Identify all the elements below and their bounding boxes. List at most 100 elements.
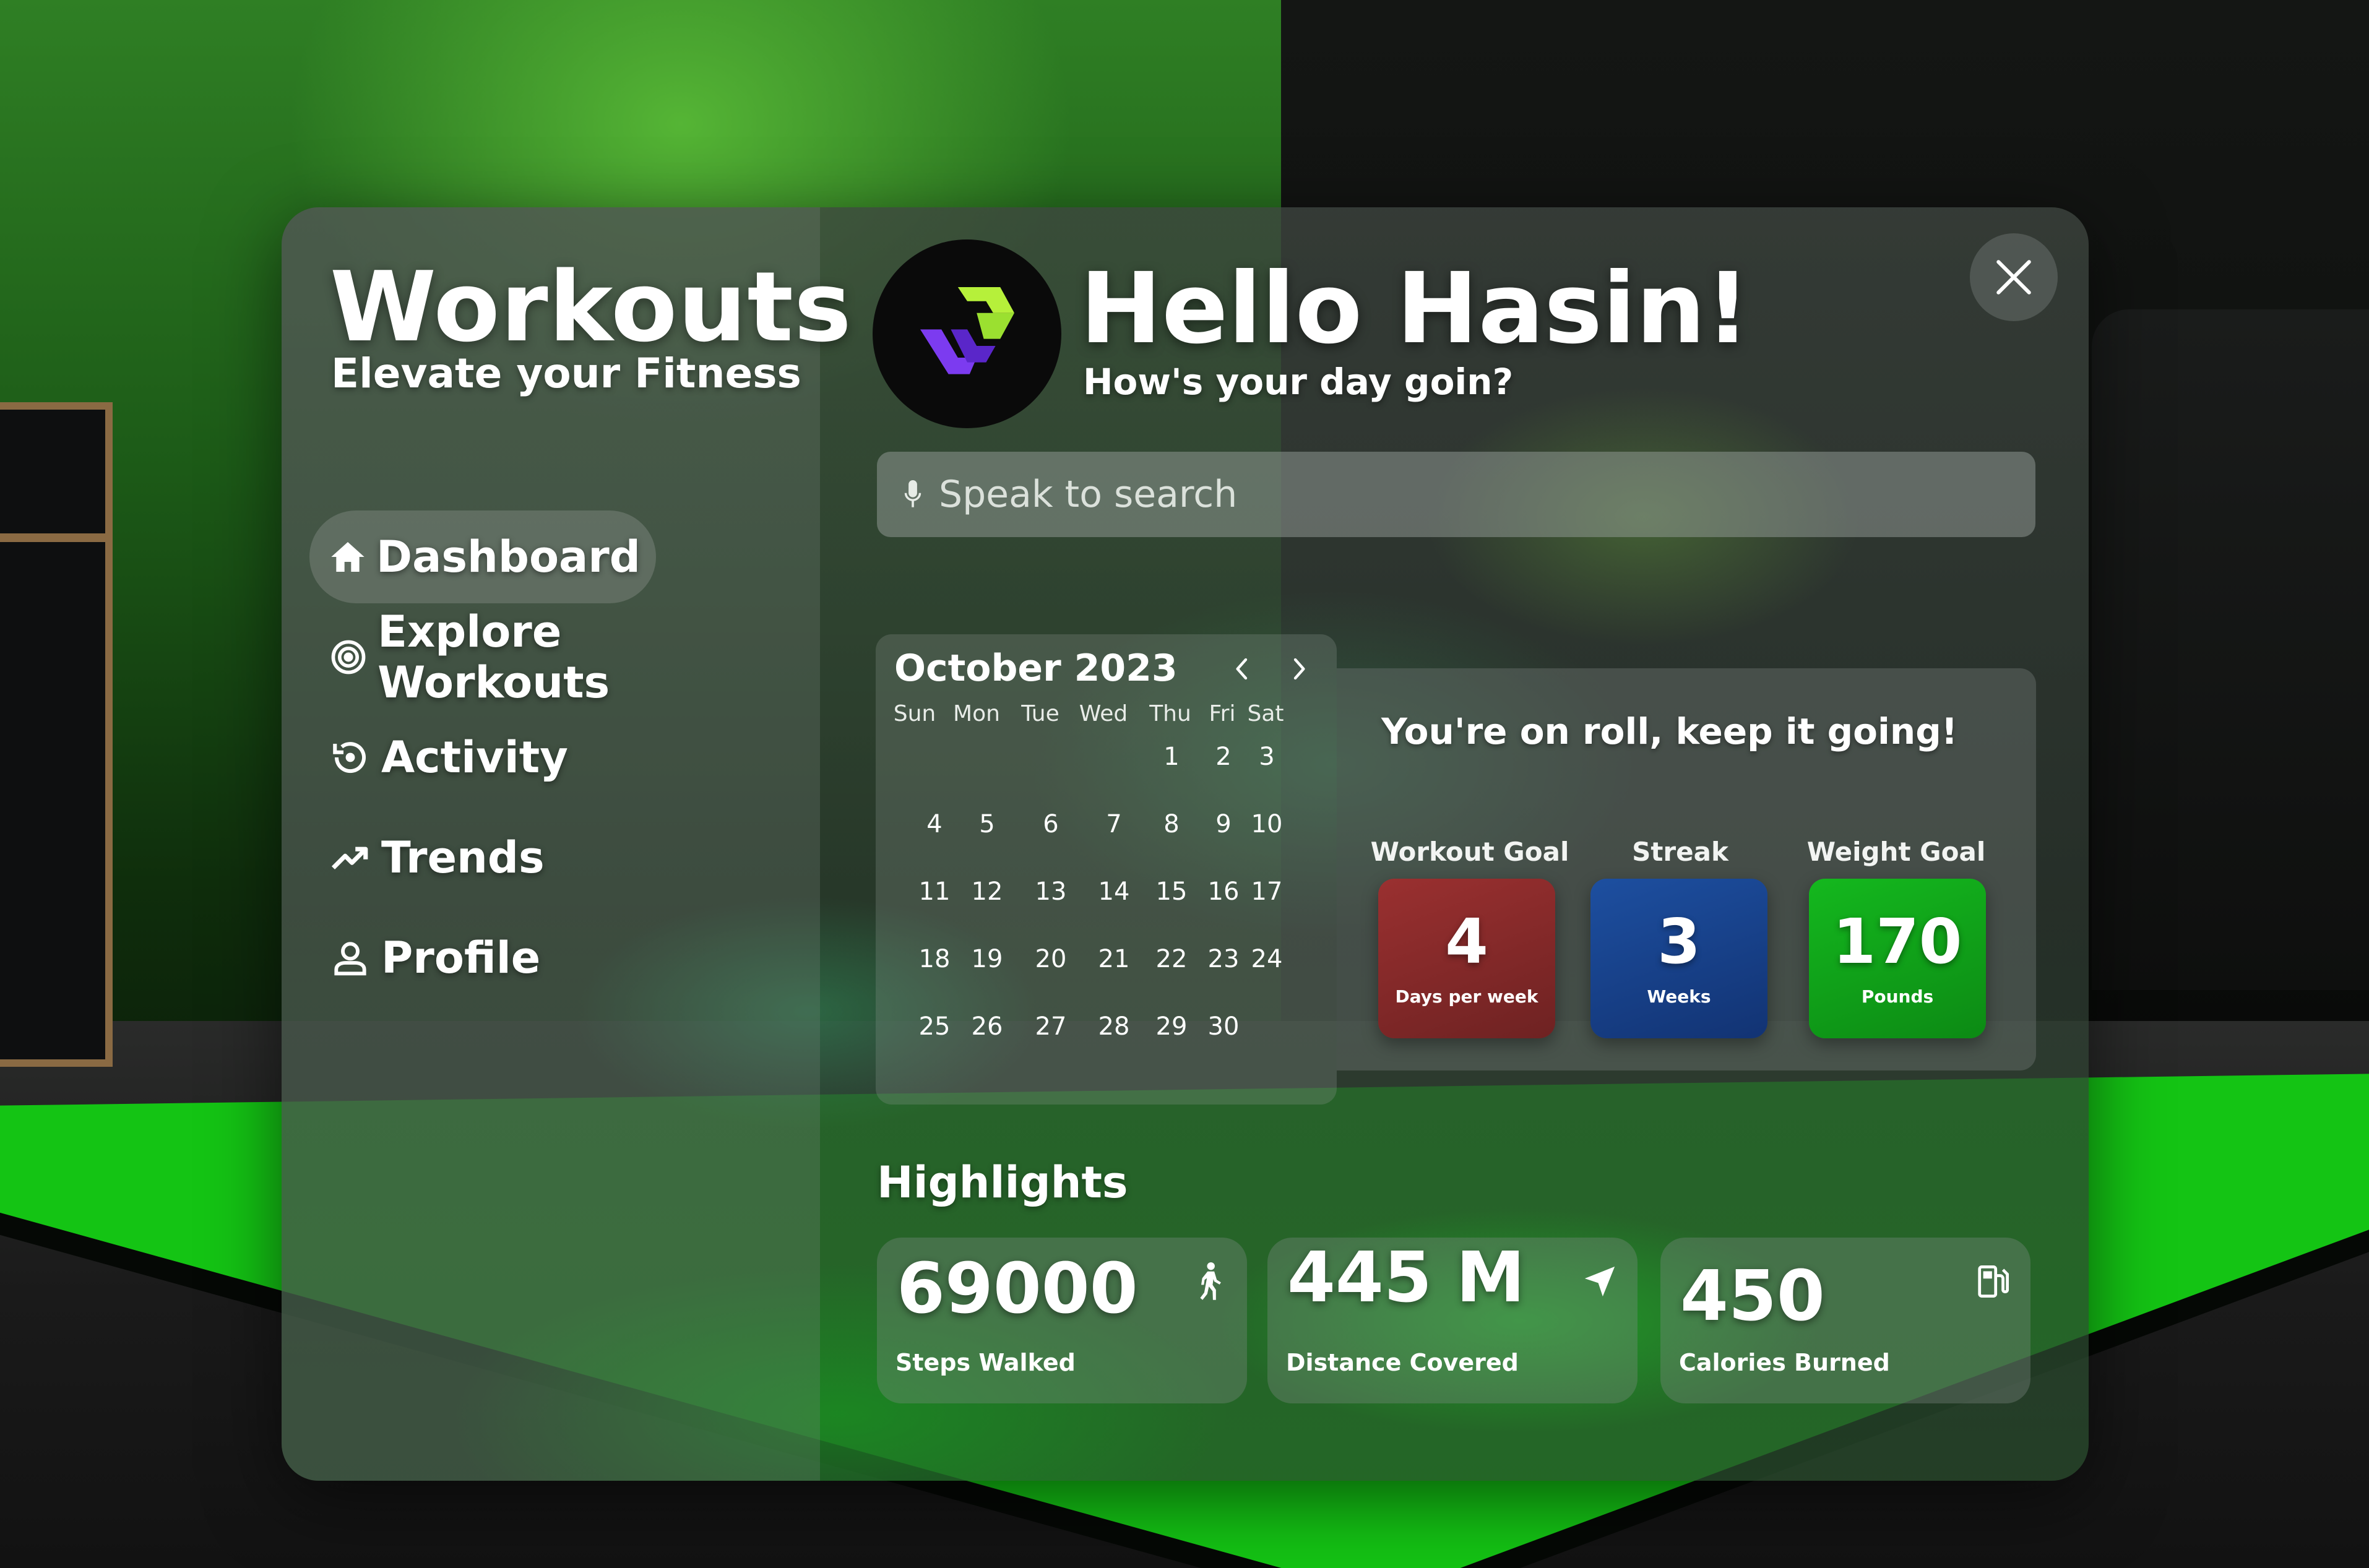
calendar-day[interactable]: 7	[1106, 810, 1121, 838]
calendar: October 2023 Sun Mon Tue Wed Thu Fri Sat 1 2 3 4 5 6…	[876, 634, 1337, 1105]
calendar-weekday-mon: Mon	[953, 701, 1000, 726]
sidebar-item-explore-workouts[interactable]: Explore Workouts	[309, 606, 792, 708]
workout-goal-label: Workout Goal	[1370, 837, 1569, 867]
calendar-weekday-tue: Tue	[1021, 701, 1059, 726]
calendar-day[interactable]: 9	[1215, 810, 1231, 838]
weight-goal-label: Weight Goal	[1806, 837, 1986, 867]
calendar-day[interactable]: 2	[1215, 743, 1231, 771]
workout-goal-value: 4	[1445, 905, 1488, 978]
weight-goal-unit: Pounds	[1861, 986, 1934, 1007]
sidebar-item-trends[interactable]: Trends	[309, 811, 792, 904]
calendar-month: October 2023	[894, 647, 1178, 690]
highlight-card-steps[interactable]: 69000 Steps Walked	[877, 1238, 1247, 1403]
target-icon	[328, 635, 369, 679]
fuel-pump-icon	[1972, 1261, 2013, 1302]
sidebar: Workouts Elevate your Fitness Dashboard …	[282, 207, 852, 1481]
calendar-next-button[interactable]	[1281, 652, 1316, 686]
calendar-day[interactable]: 20	[1035, 945, 1067, 973]
calendar-day[interactable]: 28	[1098, 1012, 1130, 1041]
calendar-day[interactable]: 29	[1156, 1012, 1188, 1041]
walking-person-icon	[1189, 1261, 1230, 1302]
app-logo-icon	[920, 286, 1014, 374]
steps-label: Steps Walked	[895, 1349, 1076, 1376]
sidebar-item-label: Explore Workouts	[378, 606, 610, 708]
calories-label: Calories Burned	[1679, 1349, 1890, 1376]
calendar-weekday-sat: Sat	[1247, 701, 1284, 726]
app-window: Workouts Elevate your Fitness Dashboard …	[282, 207, 2089, 1481]
calendar-day[interactable]: 24	[1251, 945, 1283, 973]
highlights-title: Highlights	[877, 1157, 1128, 1208]
sidebar-item-label: Trends	[381, 832, 545, 883]
distance-label: Distance Covered	[1286, 1349, 1519, 1376]
home-icon	[328, 535, 368, 579]
calendar-day[interactable]: 14	[1098, 877, 1130, 906]
streak-card[interactable]: 3 Weeks	[1590, 879, 1767, 1038]
sidebar-nav: Dashboard Explore Workouts Activity Tren…	[309, 510, 792, 1012]
calendar-day[interactable]: 27	[1035, 1012, 1067, 1041]
calendar-day[interactable]: 5	[979, 810, 995, 838]
background-couch	[2092, 309, 2369, 990]
avatar[interactable]	[873, 239, 1061, 428]
close-icon	[1996, 260, 2031, 295]
sidebar-item-profile[interactable]: Profile	[309, 911, 792, 1004]
background-shelf	[0, 402, 113, 1067]
sidebar-item-label: Dashboard	[376, 532, 641, 582]
navigation-arrow-icon	[1579, 1261, 1620, 1302]
distance-value: 445 M	[1287, 1238, 1525, 1318]
workout-goal-unit: Days per week	[1395, 986, 1538, 1007]
search-input[interactable]: Speak to search	[939, 473, 1237, 516]
calendar-weekday-wed: Wed	[1079, 701, 1128, 726]
calendar-day[interactable]: 26	[972, 1012, 1003, 1041]
highlight-card-calories[interactable]: 450 Calories Burned	[1660, 1238, 2030, 1403]
calendar-day[interactable]: 4	[926, 810, 942, 838]
streak-value: 3	[1657, 905, 1701, 978]
sidebar-item-dashboard[interactable]: Dashboard	[309, 510, 656, 603]
sidebar-item-label: Activity	[381, 732, 568, 783]
goals-panel-title: You're on roll, keep it going!	[1381, 710, 1958, 752]
weight-goal-value: 170	[1832, 905, 1962, 978]
calendar-day[interactable]: 11	[919, 877, 951, 906]
close-button[interactable]	[1970, 233, 2058, 321]
streak-unit: Weeks	[1647, 986, 1711, 1007]
calendar-day[interactable]: 13	[1035, 877, 1067, 906]
calendar-prev-button[interactable]	[1225, 652, 1260, 686]
search-bar[interactable]: Speak to search	[877, 452, 2035, 537]
highlight-card-distance[interactable]: 445 M Distance Covered	[1267, 1238, 1638, 1403]
steps-value: 69000	[897, 1249, 1138, 1329]
calendar-day[interactable]: 3	[1259, 743, 1274, 771]
calendar-day[interactable]: 6	[1043, 810, 1058, 838]
calendar-day[interactable]: 16	[1208, 877, 1240, 906]
calendar-weekday-fri: Fri	[1209, 701, 1236, 726]
calendar-day[interactable]: 8	[1163, 810, 1179, 838]
sidebar-item-label: Profile	[381, 933, 541, 983]
calendar-day[interactable]: 19	[972, 945, 1003, 973]
calories-value: 450	[1680, 1256, 1825, 1337]
goals-panel: You're on roll, keep it going! Workout G…	[1337, 668, 2036, 1070]
calendar-day[interactable]: 10	[1251, 810, 1283, 838]
streak-label: Streak	[1632, 837, 1728, 867]
weight-goal-card[interactable]: 170 Pounds	[1809, 879, 1986, 1038]
greeting-subtitle: How's your day goin?	[1083, 361, 1514, 403]
calendar-day[interactable]: 25	[919, 1012, 951, 1041]
trend-up-icon	[328, 835, 373, 880]
chevron-left-icon	[1236, 658, 1248, 680]
calendar-day[interactable]: 23	[1208, 945, 1240, 973]
workout-goal-card[interactable]: 4 Days per week	[1378, 879, 1555, 1038]
app-title: Workouts	[330, 251, 852, 363]
greeting-title: Hello Hasin!	[1080, 252, 1750, 366]
calendar-day[interactable]: 17	[1251, 877, 1283, 906]
calendar-weekday-thu: Thu	[1149, 701, 1191, 726]
chevron-right-icon	[1293, 658, 1305, 680]
calendar-day[interactable]: 18	[919, 945, 951, 973]
microphone-icon	[900, 476, 925, 513]
calendar-day[interactable]: 30	[1208, 1012, 1240, 1041]
calendar-day[interactable]: 21	[1098, 945, 1130, 973]
sidebar-item-activity[interactable]: Activity	[309, 711, 792, 804]
calendar-day[interactable]: 15	[1156, 877, 1188, 906]
calendar-day[interactable]: 22	[1156, 945, 1188, 973]
calendar-day[interactable]: 12	[972, 877, 1003, 906]
calendar-day[interactable]: 1	[1163, 743, 1179, 771]
calendar-weekday-sun: Sun	[893, 701, 936, 726]
history-icon	[328, 735, 373, 780]
app-subtitle: Elevate your Fitness	[331, 350, 801, 397]
